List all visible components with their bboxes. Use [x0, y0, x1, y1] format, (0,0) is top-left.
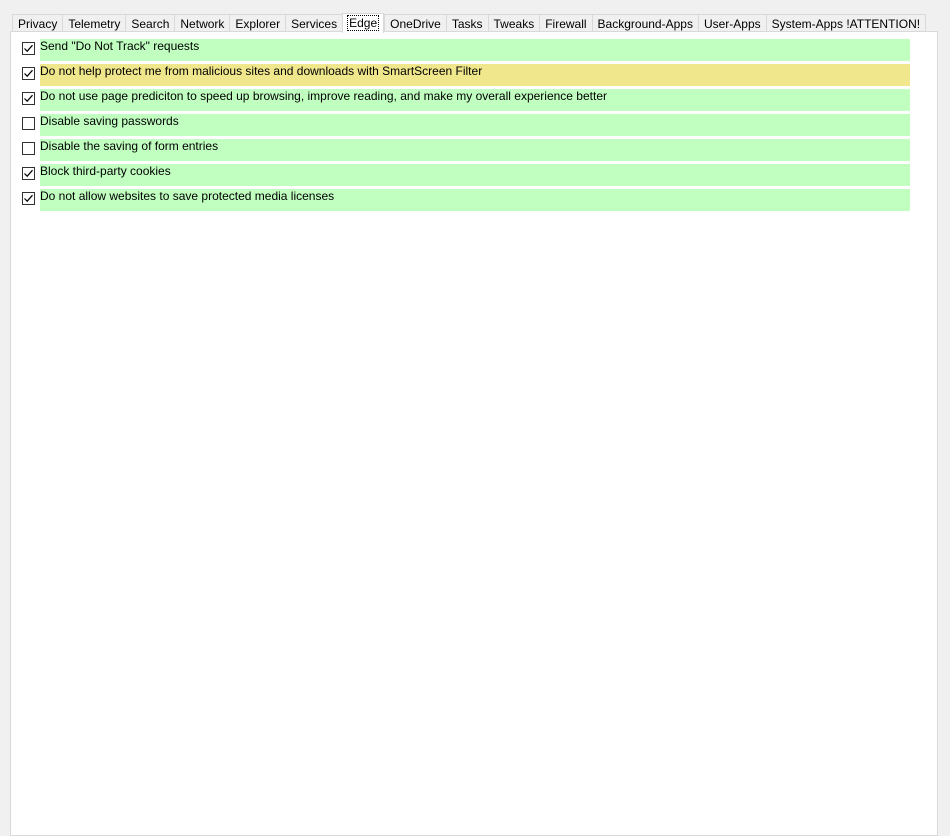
option-label[interactable]: Do not allow websites to save protected … — [40, 189, 910, 211]
tab-edge[interactable]: Edge — [342, 13, 385, 33]
tab-label: Background-Apps — [597, 17, 693, 31]
tab-label: Tasks — [451, 17, 483, 31]
option-media-licenses: Do not allow websites to save protected … — [19, 189, 910, 211]
checkbox[interactable] — [22, 67, 35, 80]
tab-label: Edge — [347, 15, 380, 31]
tab-label: Tweaks — [493, 17, 535, 31]
checkbox[interactable] — [22, 117, 35, 130]
checkmark-icon — [24, 94, 33, 103]
checkbox[interactable] — [22, 167, 35, 180]
tab-label: Search — [131, 17, 170, 31]
option-third-party-cookies: Block third-party cookies — [19, 164, 910, 186]
option-saving-passwords: Disable saving passwords — [19, 114, 910, 136]
checkmark-icon — [24, 44, 33, 53]
checkmark-icon — [24, 194, 33, 203]
checkmark-icon — [24, 169, 33, 178]
checkbox[interactable] — [22, 92, 35, 105]
option-label[interactable]: Do not help protect me from malicious si… — [40, 64, 910, 86]
tab-explorer[interactable]: Explorer — [229, 14, 286, 32]
tab-system-apps[interactable]: System-Apps !ATTENTION! — [765, 14, 927, 32]
tab-privacy[interactable]: Privacy — [12, 14, 63, 32]
option-form-entries: Disable the saving of form entries — [19, 139, 910, 161]
option-label[interactable]: Disable saving passwords — [40, 114, 910, 136]
option-label[interactable]: Send "Do Not Track" requests — [40, 39, 910, 61]
option-do-not-track: Send "Do Not Track" requests — [19, 39, 910, 61]
option-label[interactable]: Block third-party cookies — [40, 164, 910, 186]
tab-tasks[interactable]: Tasks — [445, 14, 488, 32]
tab-search[interactable]: Search — [125, 14, 175, 32]
checkmark-icon — [24, 69, 33, 78]
tab-user-apps[interactable]: User-Apps — [697, 14, 766, 32]
tab-strip: Privacy Telemetry Search Network Explore… — [12, 12, 927, 33]
checkbox[interactable] — [22, 192, 35, 205]
edge-settings-panel: Send "Do Not Track" requests Do not help… — [10, 31, 938, 836]
tab-firewall[interactable]: Firewall — [539, 14, 592, 32]
tab-label: User-Apps — [703, 17, 761, 31]
tab-label: System-Apps !ATTENTION! — [771, 17, 921, 31]
tab-label: Services — [291, 17, 338, 31]
option-label[interactable]: Disable the saving of form entries — [40, 139, 910, 161]
tab-services[interactable]: Services — [285, 14, 343, 32]
checkbox[interactable] — [22, 42, 35, 55]
tab-label: Telemetry — [68, 17, 121, 31]
tab-label: Explorer — [235, 17, 281, 31]
tab-tweaks[interactable]: Tweaks — [487, 14, 540, 32]
option-page-prediction: Do not use page prediciton to speed up b… — [19, 89, 910, 111]
checkbox[interactable] — [22, 142, 35, 155]
option-smartscreen: Do not help protect me from malicious si… — [19, 64, 910, 86]
tab-telemetry[interactable]: Telemetry — [62, 14, 126, 32]
tab-label: Privacy — [18, 17, 58, 31]
tab-onedrive[interactable]: OneDrive — [384, 14, 446, 32]
tab-label: OneDrive — [390, 17, 441, 31]
option-label[interactable]: Do not use page prediciton to speed up b… — [40, 89, 910, 111]
tab-label: Firewall — [545, 17, 587, 31]
tab-background-apps[interactable]: Background-Apps — [591, 14, 698, 32]
tab-label: Network — [180, 17, 225, 31]
tab-network[interactable]: Network — [174, 14, 230, 32]
